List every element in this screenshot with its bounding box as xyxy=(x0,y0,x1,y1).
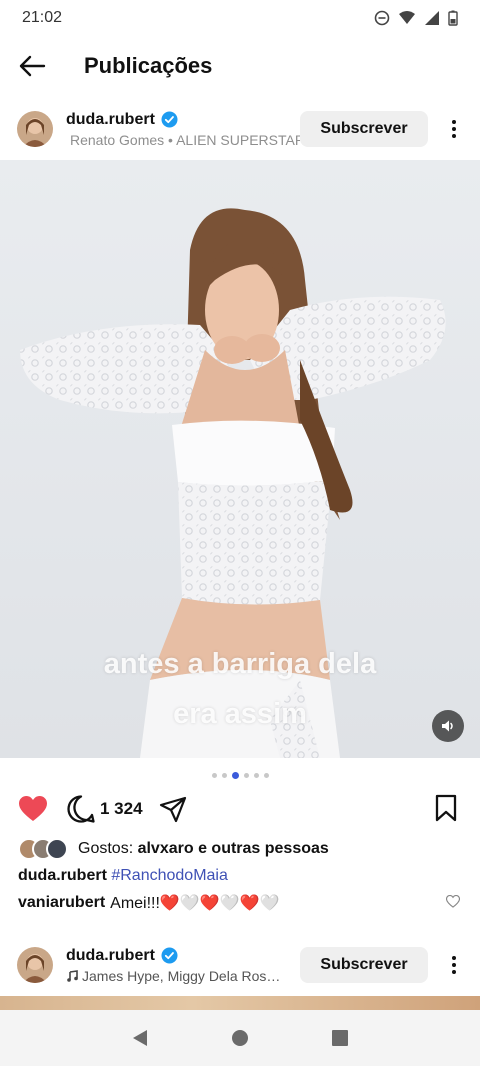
likes-row[interactable]: Gostos: alvxaro e outras pessoas xyxy=(18,838,329,860)
next-post-media-preview[interactable] xyxy=(0,996,480,1010)
carousel-dot xyxy=(243,773,249,778)
verified-badge-icon xyxy=(161,947,178,964)
music-note-icon xyxy=(67,969,78,982)
caption-row: duda.rubert #RanchodoMaia xyxy=(18,867,228,885)
verified-badge-icon xyxy=(161,111,178,128)
status-bar: 21:02 xyxy=(0,0,480,36)
carousel-dot xyxy=(211,773,217,778)
post-media[interactable]: antes a barriga dela era assim xyxy=(0,160,480,758)
next-post-audio-label: James Hype, Miggy Dela Ros… xyxy=(82,967,281,984)
post-audio-label: Renato Gomes • ALIEN SUPERSTAR xyxy=(70,131,300,148)
comment-button[interactable]: 1 324 xyxy=(66,794,143,824)
username-row: duda.rubert xyxy=(66,947,300,965)
carousel-dot xyxy=(263,773,269,778)
caption-username[interactable]: duda.rubert xyxy=(18,867,107,884)
carousel-dot xyxy=(221,773,227,778)
battery-icon xyxy=(448,10,458,26)
more-vertical-icon xyxy=(452,120,456,138)
paper-plane-icon xyxy=(159,796,186,823)
circle-home-icon xyxy=(232,1030,248,1046)
avatar[interactable] xyxy=(17,111,53,147)
app-header: Publicações xyxy=(0,44,480,88)
next-post-header: duda.rubert James Hype, Miggy Dela Ros… … xyxy=(0,937,480,993)
likes-text: Gostos: alvxaro e outras pessoas xyxy=(78,840,329,858)
user-meta: duda.rubert James Hype, Miggy Dela Ros… xyxy=(66,947,300,984)
heart-outline-icon xyxy=(445,894,461,908)
likers-avatars xyxy=(18,838,78,860)
username[interactable]: duda.rubert xyxy=(66,111,155,129)
comment-username[interactable]: vaniarubert xyxy=(18,894,105,912)
wifi-icon xyxy=(399,11,415,24)
square-recents-icon xyxy=(332,1030,348,1046)
avatar[interactable] xyxy=(17,947,53,983)
post-actions: 1 324 xyxy=(0,790,480,828)
comment-preview[interactable]: vaniarubert Amei!!!❤️🤍❤️🤍❤️🤍 xyxy=(18,893,468,913)
post-submeta[interactable]: Renato Gomes • ALIEN SUPERSTAR xyxy=(66,132,300,148)
likes-user[interactable]: alvxaro xyxy=(138,840,194,857)
comment-text: Amei!!!❤️🤍❤️🤍❤️🤍 xyxy=(110,895,280,912)
comment-icon xyxy=(67,795,95,823)
caption-hashtag[interactable]: #RanchodoMaia xyxy=(111,867,228,884)
system-nav-bar xyxy=(0,1010,480,1066)
subscribe-button[interactable]: Subscrever xyxy=(300,947,428,983)
do-not-disturb-icon xyxy=(374,10,390,26)
save-button[interactable] xyxy=(434,794,458,827)
username-row: duda.rubert xyxy=(66,111,300,129)
bookmark-icon xyxy=(435,794,457,822)
likes-prefix: Gostos: xyxy=(78,840,138,857)
status-time: 21:02 xyxy=(22,9,63,26)
carousel-dot-active xyxy=(231,772,239,779)
triangle-back-icon xyxy=(133,1030,147,1046)
carousel-indicator xyxy=(0,772,480,779)
carousel-dot xyxy=(253,773,259,778)
comment-like-button[interactable] xyxy=(445,894,461,913)
comment-count: 1 324 xyxy=(100,799,143,818)
likes-suffix[interactable]: e outras pessoas xyxy=(194,840,329,857)
like-button[interactable] xyxy=(18,795,48,823)
signal-icon xyxy=(425,11,439,25)
share-button[interactable] xyxy=(159,795,187,823)
next-post-submeta[interactable]: James Hype, Miggy Dela Ros… xyxy=(66,968,300,984)
speaker-icon xyxy=(442,720,453,732)
audio-toggle-button[interactable] xyxy=(432,710,464,742)
user-meta: duda.rubert Renato Gomes • ALIEN SUPERST… xyxy=(66,111,300,148)
liker-avatar xyxy=(46,838,68,860)
more-vertical-icon xyxy=(452,956,456,974)
avatar-image xyxy=(17,111,53,147)
nav-back-button[interactable] xyxy=(120,1018,160,1058)
arrow-left-icon xyxy=(19,55,46,77)
subscribe-button[interactable]: Subscrever xyxy=(300,111,428,147)
nav-home-button[interactable] xyxy=(220,1018,260,1058)
status-icons xyxy=(374,10,458,26)
overlay-caption-line1: antes a barriga dela xyxy=(103,648,377,680)
page-title: Publicações xyxy=(84,53,213,78)
avatar-image xyxy=(17,947,53,983)
username[interactable]: duda.rubert xyxy=(66,947,155,965)
overlay-caption-line2: era assim xyxy=(173,698,307,730)
post-header: duda.rubert Renato Gomes • ALIEN SUPERST… xyxy=(0,101,480,157)
nav-recents-button[interactable] xyxy=(320,1018,360,1058)
more-options-button[interactable] xyxy=(436,109,472,149)
back-button[interactable] xyxy=(0,44,64,88)
more-options-button[interactable] xyxy=(436,945,472,985)
heart-filled-icon xyxy=(19,796,47,821)
